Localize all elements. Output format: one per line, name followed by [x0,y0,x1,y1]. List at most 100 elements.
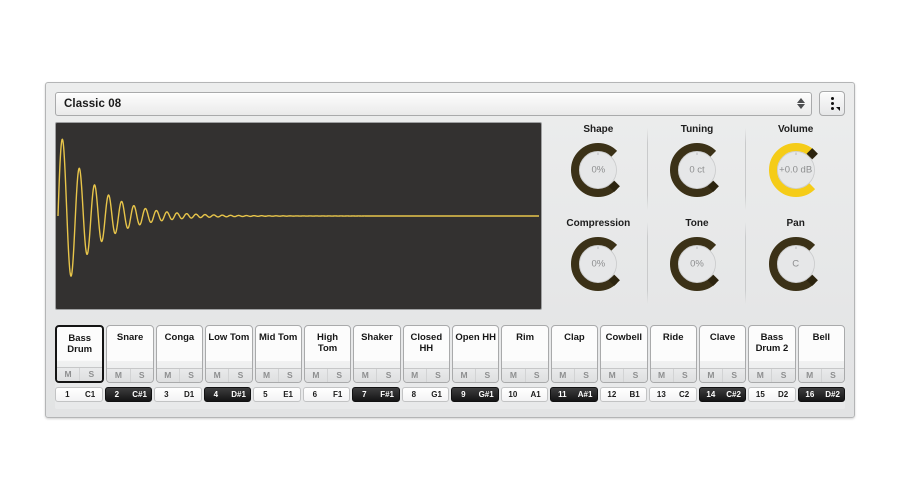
pad-button[interactable]: Closed HH M S [402,325,450,383]
note-number: 3 [164,390,169,399]
preset-dropdown[interactable]: Classic 08 [55,91,812,116]
solo-button[interactable]: S [672,369,696,382]
mute-button[interactable]: M [206,369,228,382]
knob-dial[interactable]: 0% [567,139,629,201]
pad-button[interactable]: Conga M S [155,325,204,383]
note-assignment-cell[interactable]: 4 D#1 [203,387,251,402]
solo-button[interactable]: S [573,369,597,382]
pad-button[interactable]: Bell M S [797,325,845,383]
mute-solo-row: MS [57,367,103,381]
pad-button[interactable]: Bass Drum M S [55,325,105,383]
pad-button[interactable]: Clave M S [698,325,747,383]
solo-button[interactable]: S [475,369,498,382]
solo-button[interactable]: S [376,369,399,382]
note-assignment-row: 1 C1 2 C#1 3 D1 4 D#1 5 E1 6 F1 7 F#1 8 G1 9 G#1 10 A1 11 A#1… [55,387,845,402]
note-assignment-cell[interactable]: 1 C1 [55,387,103,402]
note-assignment-cell[interactable]: 9 G#1 [451,387,499,402]
mute-button[interactable]: M [354,369,376,382]
note-assignment-cell[interactable]: 13 C2 [649,387,697,402]
pad-name-label: Bell [812,332,831,343]
mute-button[interactable]: M [651,369,673,382]
pad-button[interactable]: Bass Drum 2 MS [748,325,796,383]
knob-dial[interactable]: +0.0 dB [765,139,827,201]
pad-button[interactable]: Rim M S [501,325,549,383]
solo-button[interactable]: S [524,369,548,382]
mute-button[interactable]: M [749,369,771,382]
note-number: 14 [706,390,716,399]
pad-button[interactable]: Snare M S [106,325,154,383]
note-assignment-cell[interactable]: 11 A#1 [550,387,598,402]
pad-name-label: Cowbell [605,332,643,343]
note-assignment-cell[interactable]: 7 F#1 [352,387,400,402]
solo-button[interactable]: S [722,369,745,382]
mute-button[interactable]: M [601,369,623,382]
pad-button[interactable]: Clap M S [550,325,599,383]
pad-name-label: Conga [164,332,195,343]
pad-button[interactable]: Mid Tom M S [254,325,302,383]
note-assignment-cell[interactable]: 10 A1 [500,387,548,402]
knob-shape[interactable]: Shape 0% [549,122,648,216]
pad-button[interactable]: Low Tom M S [205,325,253,383]
knob-label: Tone [685,218,709,229]
mute-button[interactable]: M [404,369,426,382]
vertical-dots-menu-icon[interactable] [819,91,845,116]
mute-button[interactable]: M [305,369,327,382]
mute-button[interactable]: M [256,369,278,382]
note-assignment-cell[interactable]: 5 E1 [253,387,301,402]
knob-dial[interactable]: 0% [567,233,629,295]
mute-button[interactable]: M [552,369,574,382]
pad-button[interactable]: Shaker M S [353,325,401,383]
solo-button[interactable]: S [327,369,350,382]
note-assignment-cell[interactable]: 6 F1 [302,387,350,402]
solo-button[interactable]: S [820,369,844,382]
solo-button[interactable]: S [277,369,301,382]
mute-button[interactable]: M [799,369,821,382]
pad-button[interactable]: Ride M S [649,325,697,383]
mute-button[interactable]: M [453,369,475,382]
solo-button[interactable]: S [129,369,153,382]
knob-label: Compression [566,218,631,229]
note-number: 1 [65,390,70,399]
pad-name-label: Snare [116,332,144,343]
mute-button[interactable]: M [502,369,524,382]
mute-button[interactable]: M [57,368,79,381]
solo-button[interactable]: S [79,368,102,381]
knob-dial[interactable]: C [765,233,827,295]
mute-button[interactable]: M [107,369,129,382]
knob-tone[interactable]: Tone 0% [648,216,747,310]
note-name: D#1 [231,390,246,399]
up-down-arrows-icon[interactable] [794,95,807,112]
mute-button[interactable]: M [157,369,179,382]
knob-ring [768,237,818,291]
solo-button[interactable]: S [178,369,202,382]
pad-button[interactable]: Open HH M S [452,325,500,383]
knob-dial[interactable]: 0% [666,233,728,295]
solo-button[interactable]: S [623,369,646,382]
note-assignment-cell[interactable]: 2 C#1 [104,387,152,402]
note-number: 16 [805,390,815,399]
note-assignment-cell[interactable]: 12 B1 [599,387,647,402]
knob-dial[interactable]: 0 ct [666,139,728,201]
mute-button[interactable]: M [700,369,722,382]
note-assignment-cell[interactable]: 15 D2 [748,387,796,402]
note-assignment-cell[interactable]: 16 D#2 [797,387,845,402]
knob-volume[interactable]: Volume +0.0 dB [746,122,845,216]
knob-pan[interactable]: Pan C [746,216,845,310]
note-number: 9 [461,390,466,399]
knob-tuning[interactable]: Tuning 0 ct [648,122,747,216]
note-number: 6 [312,390,318,399]
note-assignment-cell[interactable]: 8 G1 [401,387,449,402]
note-assignment-cell[interactable]: 14 C#2 [698,387,746,402]
mute-solo-row: MS [601,368,647,382]
note-number: 7 [362,390,367,399]
note-assignment-cell[interactable]: 3 D1 [154,387,202,402]
note-number: 15 [755,390,765,399]
pad-button[interactable]: High Tom M S [303,325,352,383]
knob-compression[interactable]: Compression 0% [549,216,648,310]
pad-button[interactable]: Cowbell M S [600,325,648,383]
solo-button[interactable]: S [425,369,449,382]
mute-solo-row: MS [206,368,252,382]
solo-button[interactable]: S [228,369,251,382]
solo-button[interactable]: S [771,369,794,382]
waveform-display[interactable] [55,122,542,310]
